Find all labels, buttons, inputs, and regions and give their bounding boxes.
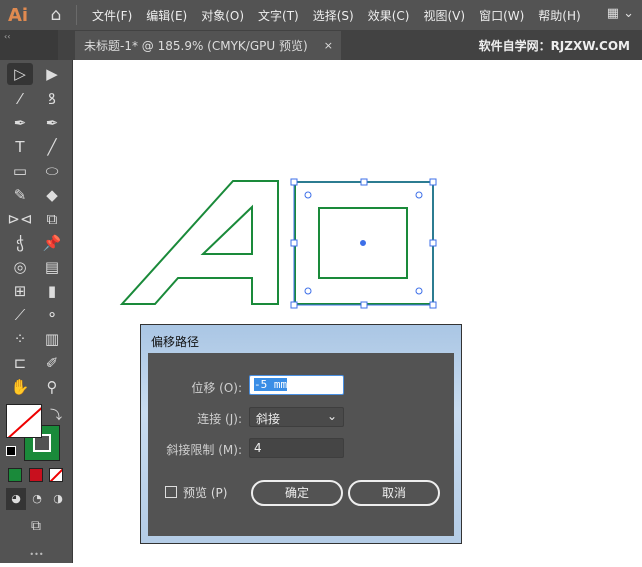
puppet-warp-tool-icon[interactable]: 📌 — [39, 232, 65, 254]
menu-help[interactable]: 帮助(H) — [531, 7, 587, 24]
draw-behind-icon[interactable]: ◔ — [27, 488, 47, 510]
line-tool-icon[interactable]: ╱ — [39, 136, 65, 158]
type-tool-icon[interactable]: T — [7, 136, 33, 158]
watermark-text: 软件自学网：RJZXW.COM — [478, 39, 630, 53]
gradient-mode-button[interactable] — [29, 468, 43, 482]
eyedropper-tool-icon[interactable]: ⟋ — [7, 304, 33, 326]
app-logo: Ai — [8, 4, 29, 26]
document-tab-title: 未标题-1* @ 185.9% (CMYK/GPU 预览) — [84, 39, 308, 53]
scale-tool-icon[interactable]: ⧉ — [39, 208, 65, 230]
selection-tool-icon[interactable]: ▷ — [7, 63, 33, 85]
miter-limit-value: 4 — [254, 441, 262, 455]
perspective-grid-tool-icon[interactable]: ▤ — [39, 256, 65, 278]
panel-collapse-button[interactable]: ‹‹ — [0, 30, 58, 60]
direct-selection-tool-icon[interactable]: ▶ — [39, 63, 65, 85]
chevron-down-icon: ⌄ — [326, 409, 337, 423]
menu-object[interactable]: 对象(O) — [194, 7, 251, 24]
pen-tool-icon[interactable]: ✒ — [7, 112, 33, 134]
artboard-tool-icon[interactable]: ⊏ — [7, 352, 33, 374]
slice-tool-icon[interactable]: ✐ — [39, 352, 65, 374]
mesh-tool-icon[interactable]: ⊞ — [7, 280, 33, 302]
menu-file[interactable]: 文件(F) — [85, 7, 139, 24]
menu-window[interactable]: 窗口(W) — [472, 7, 531, 24]
ok-button[interactable]: 确定 — [251, 480, 343, 506]
fill-color-swatch[interactable] — [6, 404, 42, 438]
none-mode-button[interactable] — [49, 468, 63, 482]
rectangle-tool-icon[interactable]: ▭ — [7, 160, 33, 182]
symbol-sprayer-tool-icon[interactable]: ⁘ — [7, 328, 33, 350]
preview-label: 预览 (P) — [183, 486, 228, 500]
blend-tool-icon[interactable]: ⚬ — [39, 304, 65, 326]
default-colors-icon[interactable] — [6, 446, 16, 456]
curvature-tool-icon[interactable]: ✒ — [39, 112, 65, 134]
color-mode-button[interactable] — [8, 468, 22, 482]
menu-type[interactable]: 文字(T) — [251, 7, 306, 24]
menu-view[interactable]: 视图(V) — [416, 7, 472, 24]
offset-input[interactable]: -5 mm — [249, 375, 344, 395]
graph-tool-icon[interactable]: ▥ — [39, 328, 65, 350]
miter-limit-label: 斜接限制 (M): — [166, 443, 242, 457]
screen-mode-icon[interactable]: ⧉ — [23, 515, 49, 537]
offset-value: -5 mm — [254, 378, 288, 391]
preview-checkbox[interactable] — [165, 486, 177, 498]
joins-select[interactable]: 斜接 ⌄ — [249, 407, 344, 427]
reflect-tool-icon[interactable]: ⊳⊲ — [7, 208, 33, 230]
letter-a-path — [119, 180, 279, 305]
menu-select[interactable]: 选择(S) — [306, 7, 361, 24]
paintbrush-tool-icon[interactable]: ✎ — [7, 184, 33, 206]
dialog-body: 位移 (O): -5 mm 连接 (J): 斜接 ⌄ 斜接限制 (M): 4 预览… — [148, 353, 454, 536]
shape-builder-tool-icon[interactable]: ◎ — [7, 256, 33, 278]
magic-wand-tool-icon[interactable]: ⁄ — [7, 88, 33, 110]
zoom-tool-icon[interactable]: ⚲ — [39, 376, 65, 398]
miter-limit-input[interactable]: 4 — [249, 438, 344, 458]
divider — [76, 5, 77, 25]
hand-tool-icon[interactable]: ✋ — [7, 376, 33, 398]
joins-value: 斜接 — [256, 412, 281, 426]
cancel-button[interactable]: 取消 — [348, 480, 440, 506]
tools-panel: ▷ ▶ ⁄ ꝸ ✒ ✒ T ╱ ▭ ⬭ ✎ ◆ ⊳⊲ ⧉ ჭ 📌 ◎ ▤ ⊞ ▮… — [0, 60, 73, 563]
width-tool-icon[interactable]: ჭ — [7, 232, 33, 254]
ellipse-tool-icon[interactable]: ⬭ — [39, 160, 65, 182]
menu-bar: Ai ⌂ 文件(F) 编辑(E) 对象(O) 文字(T) 选择(S) 效果(C)… — [0, 0, 642, 30]
document-tab[interactable]: 未标题-1* @ 185.9% (CMYK/GPU 预览) × — [75, 31, 341, 60]
draw-inside-icon[interactable]: ◑ — [48, 488, 68, 510]
gradient-tool-icon[interactable]: ▮ — [39, 280, 65, 302]
eraser-tool-icon[interactable]: ◆ — [39, 184, 65, 206]
offset-path-dialog: 偏移路径 位移 (O): -5 mm 连接 (J): 斜接 ⌄ 斜接限制 (M):… — [140, 324, 462, 544]
close-tab-icon[interactable]: × — [324, 39, 333, 52]
menu-edit[interactable]: 编辑(E) — [139, 7, 194, 24]
dialog-title: 偏移路径 — [151, 335, 200, 349]
joins-label: 连接 (J): — [197, 412, 242, 426]
offset-label: 位移 (O): — [191, 381, 242, 395]
home-icon[interactable]: ⌂ — [36, 5, 76, 25]
lasso-tool-icon[interactable]: ꝸ — [39, 88, 65, 110]
draw-normal-icon[interactable]: ◕ — [6, 488, 26, 510]
workspace-switcher-icon[interactable]: ▦ ⌄ — [607, 6, 634, 21]
menu-effect[interactable]: 效果(C) — [361, 7, 417, 24]
edit-toolbar-button[interactable]: ••• — [0, 550, 73, 559]
